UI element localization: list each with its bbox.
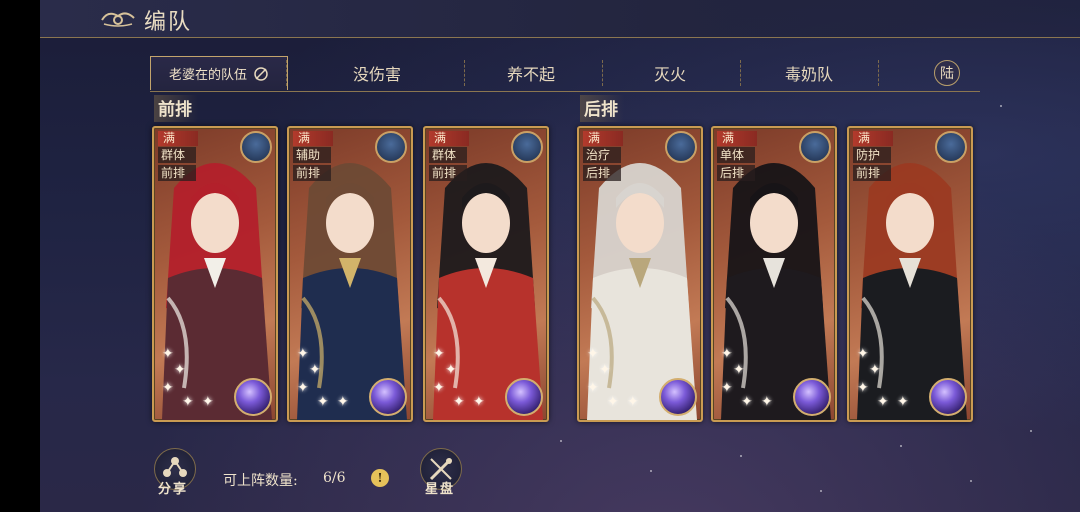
tab-team-6[interactable]: 陆 xyxy=(878,56,1016,90)
position-tag: 后排 xyxy=(717,165,755,181)
character-card[interactable]: 满 单体 后排 ✦ ✦ ✦ ✦ ✦ xyxy=(711,126,837,422)
faction-icon xyxy=(665,131,697,163)
star-rank-icon: ✦ xyxy=(174,362,186,378)
role-tag: 单体 xyxy=(717,147,755,163)
deploy-count-label: 可上阵数量: xyxy=(223,473,298,489)
star-rank-icon: ✦ xyxy=(297,346,309,362)
star-rank-icon: ✦ xyxy=(857,346,869,362)
star-rank-icon: ✦ xyxy=(721,346,733,362)
tab-team-5[interactable]: 毒奶队 xyxy=(740,56,878,90)
background-star xyxy=(900,445,902,447)
background-star xyxy=(650,470,652,472)
background-star xyxy=(740,455,742,457)
max-level-badge: 满 xyxy=(853,131,893,146)
team-tabs: 老婆在的队伍 没伤害 养不起 灭火 毒奶队 陆 xyxy=(150,56,980,92)
star-rank-icon: ✦ xyxy=(433,346,445,362)
cloud-emblem-icon xyxy=(101,12,135,27)
star-rank-icon: ✦ xyxy=(445,362,457,378)
team-formation-screen: 编队 老婆在的队伍 没伤害 养不起 灭火 毒奶队 陆 前排 后排 满 群体 前排… xyxy=(40,0,1080,512)
star-rank-icon: ✦ xyxy=(587,380,599,396)
tab-label: 老婆在的队伍 xyxy=(168,68,247,83)
star-rank-icon: ✦ xyxy=(627,394,639,410)
max-level-badge: 满 xyxy=(293,131,333,146)
star-rank-icon: ✦ xyxy=(433,380,445,396)
share-label: 分享 xyxy=(158,482,189,497)
star-rank-icon: ✦ xyxy=(317,394,329,410)
star-rank-icon: ✦ xyxy=(733,362,745,378)
info-icon[interactable]: ! xyxy=(371,469,389,487)
star-rank-icon: ✦ xyxy=(877,394,889,410)
character-card[interactable]: 满 辅助 前排 ✦ ✦ ✦ ✦ ✦ xyxy=(287,126,413,422)
character-card[interactable]: 满 群体 前排 ✦ ✦ ✦ ✦ ✦ xyxy=(423,126,549,422)
soul-orb-icon xyxy=(369,378,407,416)
deploy-count-value: 6/6 xyxy=(323,470,346,486)
soul-orb-icon xyxy=(793,378,831,416)
max-level-badge: 满 xyxy=(429,131,469,146)
faction-icon xyxy=(799,131,831,163)
tab-team-3[interactable]: 养不起 xyxy=(462,56,600,90)
header-bar: 编队 xyxy=(40,0,1080,38)
soul-orb-icon xyxy=(659,378,697,416)
tab-team-1[interactable]: 老婆在的队伍 xyxy=(150,56,288,90)
front-row-label: 前排 xyxy=(154,95,198,122)
role-tag: 治疗 xyxy=(583,147,621,163)
star-rank-icon: ✦ xyxy=(587,346,599,362)
tab-team-6-badge: 陆 xyxy=(934,60,960,86)
edit-rename-icon xyxy=(254,66,268,81)
background-star xyxy=(970,480,972,482)
tab-team-2[interactable]: 没伤害 xyxy=(308,56,446,90)
role-tag: 防护 xyxy=(853,147,891,163)
star-rank-icon: ✦ xyxy=(869,362,881,378)
soul-orb-icon xyxy=(505,378,543,416)
star-rank-icon: ✦ xyxy=(162,380,174,396)
role-tag: 辅助 xyxy=(293,147,331,163)
star-rank-icon: ✦ xyxy=(162,346,174,362)
character-card[interactable]: 满 防护 前排 ✦ ✦ ✦ ✦ ✦ xyxy=(847,126,973,422)
star-rank-icon: ✦ xyxy=(599,362,611,378)
star-rank-icon: ✦ xyxy=(897,394,909,410)
max-level-badge: 满 xyxy=(158,131,198,146)
faction-icon xyxy=(240,131,272,163)
star-rank-icon: ✦ xyxy=(202,394,214,410)
tab-team-4[interactable]: 灭火 xyxy=(601,56,739,90)
star-rank-icon: ✦ xyxy=(741,394,753,410)
max-level-badge: 满 xyxy=(717,131,757,146)
tab-divider xyxy=(286,60,287,86)
character-card[interactable]: 满 群体 前排 ✦ ✦ ✦ ✦ ✦ xyxy=(152,126,278,422)
soul-orb-icon xyxy=(929,378,967,416)
star-rank-icon: ✦ xyxy=(453,394,465,410)
back-row-label: 后排 xyxy=(580,95,624,122)
background-star xyxy=(820,490,822,492)
position-tag: 后排 xyxy=(583,165,621,181)
role-tag: 群体 xyxy=(158,147,196,163)
position-tag: 前排 xyxy=(853,165,891,181)
star-rank-icon: ✦ xyxy=(297,380,309,396)
star-rank-icon: ✦ xyxy=(761,394,773,410)
star-rank-icon: ✦ xyxy=(721,380,733,396)
position-tag: 前排 xyxy=(158,165,196,181)
star-rank-icon: ✦ xyxy=(857,380,869,396)
star-rank-icon: ✦ xyxy=(473,394,485,410)
faction-icon xyxy=(511,131,543,163)
position-tag: 前排 xyxy=(429,165,467,181)
background-star xyxy=(1000,105,1002,107)
page-title: 编队 xyxy=(144,10,193,35)
faction-icon xyxy=(935,131,967,163)
background-star xyxy=(560,440,562,442)
soul-orb-icon xyxy=(234,378,272,416)
faction-icon xyxy=(375,131,407,163)
star-rank-icon: ✦ xyxy=(182,394,194,410)
position-tag: 前排 xyxy=(293,165,331,181)
star-rank-icon: ✦ xyxy=(607,394,619,410)
star-rank-icon: ✦ xyxy=(337,394,349,410)
max-level-badge: 满 xyxy=(583,131,623,146)
star-chart-label: 星盘 xyxy=(425,482,456,497)
character-card[interactable]: 满 治疗 后排 ✦ ✦ ✦ ✦ ✦ xyxy=(577,126,703,422)
role-tag: 群体 xyxy=(429,147,467,163)
star-rank-icon: ✦ xyxy=(309,362,321,378)
background-star xyxy=(1030,430,1032,432)
